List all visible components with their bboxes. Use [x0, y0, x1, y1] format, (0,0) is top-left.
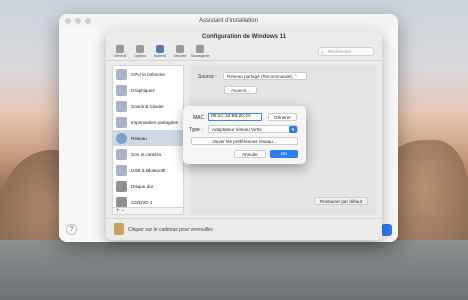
type-label: Type :	[189, 127, 203, 133]
zoom-button[interactable]	[85, 18, 91, 24]
lock-text: Cliquer sur le cadenas pour verrouiller.	[128, 227, 214, 233]
graphics-icon	[116, 84, 127, 96]
window-controls	[65, 18, 91, 24]
options-icon	[136, 45, 144, 53]
disk-icon	[116, 180, 127, 192]
chevron-up-down-icon: ⇅	[289, 126, 297, 133]
sidebar-item-usb-bluetooth[interactable]: USB & Bluetooth	[113, 162, 183, 178]
installer-title: Assistant d'installation	[199, 18, 258, 24]
lock-bar: Cliquer sur le cadenas pour verrouiller.	[106, 218, 382, 240]
minimize-button[interactable]	[75, 18, 81, 24]
sidebar-item-cpu-memory[interactable]: CPU et mémoire	[113, 66, 183, 82]
toolbar-backup[interactable]: Sauvegarde	[190, 43, 210, 58]
usb-icon	[116, 164, 127, 176]
toolbar-options[interactable]: Options	[130, 43, 150, 58]
speaker-icon	[116, 148, 127, 160]
sidebar-add-remove[interactable]: + −	[112, 207, 184, 215]
toolbar-hardware[interactable]: Matériel	[150, 43, 170, 58]
sidebar-item-mouse-keyboard[interactable]: Souris & Clavier	[113, 98, 183, 114]
lock-icon[interactable]	[114, 223, 124, 235]
advanced-button[interactable]: Avancé...	[224, 86, 257, 94]
search-icon: ⌕	[321, 50, 324, 56]
network-icon	[116, 132, 127, 144]
source-select[interactable]: Réseau partagé (Recommandé) ⌃	[223, 72, 307, 80]
search-input[interactable]: ⌕ Rechercher	[318, 47, 374, 56]
toolbar-general[interactable]: Général	[110, 43, 130, 58]
cancel-button[interactable]: Annuler	[234, 150, 266, 158]
adapter-type-select[interactable]: Adaptateur réseau VirtIo ⇅	[208, 125, 298, 133]
settings-sidebar: CPU et mémoire Graphiques Souris & Clavi…	[112, 65, 184, 215]
restore-defaults-button[interactable]: Restaurer par défaut	[314, 197, 368, 205]
ground-background	[0, 240, 468, 300]
sidebar-item-sound-camera[interactable]: Son et caméra	[113, 146, 183, 162]
mac-address-field[interactable]: 00:1C:42:65:20:4A	[208, 113, 262, 121]
source-label: Source :	[198, 74, 217, 80]
close-button[interactable]	[65, 18, 71, 24]
configuration-toolbar: Général Options Matériel Sécurité Sauveg…	[106, 43, 382, 61]
security-icon	[176, 45, 184, 53]
cd-icon	[116, 196, 127, 208]
generate-button[interactable]: Générer	[268, 113, 297, 121]
cpu-icon	[116, 68, 127, 80]
backup-icon	[196, 45, 204, 53]
toolbar-security[interactable]: Sécurité	[170, 43, 190, 58]
installer-titlebar: Assistant d'installation	[59, 14, 398, 28]
sidebar-item-network[interactable]: Réseau	[113, 130, 183, 146]
ok-button[interactable]: OK	[270, 150, 298, 158]
help-button[interactable]: ?	[66, 224, 77, 235]
sidebar-item-graphics[interactable]: Graphiques	[113, 82, 183, 98]
configuration-title: Configuration de Windows 11	[202, 34, 286, 40]
keyboard-icon	[116, 100, 127, 112]
hardware-icon	[156, 45, 164, 53]
continue-button-edge[interactable]	[381, 224, 392, 236]
general-icon	[116, 45, 124, 53]
sidebar-item-hard-disk[interactable]: Disque dur	[113, 178, 183, 194]
mac-label: MAC :	[193, 115, 207, 121]
printer-icon	[116, 116, 127, 128]
mac-address-dialog: MAC : 00:1C:42:65:20:4A Générer Type : A…	[183, 106, 306, 164]
open-network-prefs-button[interactable]: Ouvrir les préférences réseau...	[191, 137, 298, 145]
sidebar-item-printers[interactable]: Imprimantes partagées	[113, 114, 183, 130]
